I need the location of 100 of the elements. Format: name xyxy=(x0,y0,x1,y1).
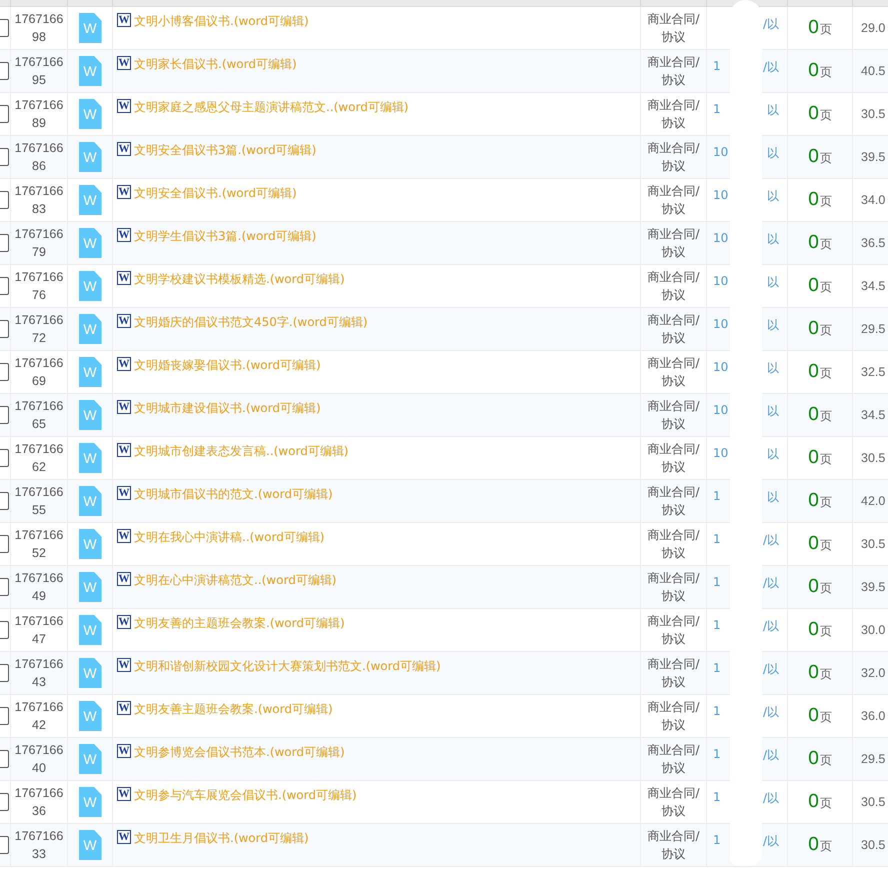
document-title-link[interactable]: 文明婚庆的倡议书范文450字.(word可编辑) xyxy=(134,314,368,330)
row-checkbox[interactable] xyxy=(0,406,9,424)
partial-text: /以 xyxy=(762,16,779,33)
partial-text: /以 xyxy=(762,59,779,76)
row-checkbox[interactable] xyxy=(0,707,9,725)
row-checkbox[interactable] xyxy=(0,320,9,338)
price-text: 30.5 xyxy=(860,838,886,852)
document-id: 176716695 xyxy=(14,54,64,89)
document-title-link[interactable]: 文明友善的主题班会教案.(word可编辑) xyxy=(134,615,345,631)
word-badge-icon: W xyxy=(117,701,131,715)
row-checkbox[interactable] xyxy=(0,191,9,209)
row-checkbox[interactable] xyxy=(0,578,9,596)
partial-text: 10 xyxy=(713,446,728,460)
document-title-link[interactable]: 文明家庭之感恩父母主题演讲稿范文..(word可编辑) xyxy=(134,99,408,115)
row-checkbox[interactable] xyxy=(0,750,9,768)
document-id: 176716669 xyxy=(14,355,64,390)
partial-text: 1 xyxy=(713,575,721,589)
row-checkbox[interactable] xyxy=(0,492,9,510)
partial-text: 10 xyxy=(713,145,728,159)
row-checkbox[interactable] xyxy=(0,105,9,123)
document-title-link[interactable]: 文明卫生月倡议书.(word可编辑) xyxy=(134,830,309,846)
row-checkbox[interactable] xyxy=(0,234,9,252)
word-badge-icon: W xyxy=(117,142,131,156)
row-checkbox[interactable] xyxy=(0,836,9,854)
document-file-icon: W xyxy=(78,658,102,688)
partial-text: 以 xyxy=(767,274,779,291)
partial-text: 以 xyxy=(767,403,779,420)
partial-text: 1 xyxy=(713,532,721,546)
page-count: 0页 xyxy=(808,447,832,469)
price-text: 30.0 xyxy=(860,623,886,637)
document-file-icon: W xyxy=(78,701,102,731)
row-checkbox[interactable] xyxy=(0,449,9,467)
row-checkbox[interactable] xyxy=(0,535,9,553)
document-title-link[interactable]: 文明家长倡议书.(word可编辑) xyxy=(134,56,297,72)
partial-text: 1 xyxy=(713,704,721,718)
word-badge-icon: W xyxy=(117,443,131,457)
row-checkbox[interactable] xyxy=(0,19,9,37)
document-id: 176716662 xyxy=(14,441,64,476)
document-id: 176716655 xyxy=(14,484,64,519)
document-title-link[interactable]: 文明城市建设倡议书.(word可编辑) xyxy=(134,400,321,416)
partial-text: /以 xyxy=(762,532,779,549)
document-title-link[interactable]: 文明小博客倡议书.(word可编辑) xyxy=(134,13,309,29)
price-text: 39.5 xyxy=(860,580,886,594)
partial-text: 10 xyxy=(713,231,728,245)
document-file-icon: W xyxy=(78,357,102,387)
partial-text: /以 xyxy=(762,618,779,635)
document-title-link[interactable]: 文明友善主题班会教案.(word可编辑) xyxy=(134,701,333,717)
document-title-link[interactable]: 文明城市倡议书的范文.(word可编辑) xyxy=(134,486,333,502)
document-title-link[interactable]: 文明学校建议书模板精选.(word可编辑) xyxy=(134,271,345,287)
partial-text: /以 xyxy=(762,575,779,592)
document-id: 176716652 xyxy=(14,527,64,562)
page-count: 0页 xyxy=(808,318,832,340)
document-id: 176716640 xyxy=(14,742,64,777)
partial-text: /以 xyxy=(762,661,779,678)
document-file-icon: W xyxy=(78,443,102,473)
category-text: 商业合同/协议 xyxy=(646,11,701,46)
page-count: 0页 xyxy=(808,103,832,125)
document-title-link[interactable]: 文明城市创建表态发言稿..(word可编辑) xyxy=(134,443,348,459)
document-id: 176716676 xyxy=(14,269,64,304)
document-title-link[interactable]: 文明学生倡议书3篇.(word可编辑) xyxy=(134,228,316,244)
category-text: 商业合同/协议 xyxy=(646,828,701,863)
row-checkbox[interactable] xyxy=(0,277,9,295)
partial-text: 10 xyxy=(713,360,728,374)
page-count: 0页 xyxy=(808,146,832,168)
document-title-link[interactable]: 文明和谐创新校园文化设计大赛策划书范文.(word可编辑) xyxy=(134,658,441,674)
document-title-link[interactable]: 文明婚丧嫁娶倡议书.(word可编辑) xyxy=(134,357,321,373)
document-title-link[interactable]: 文明在心中演讲稿范文..(word可编辑) xyxy=(134,572,336,588)
row-checkbox[interactable] xyxy=(0,664,9,682)
row-checkbox[interactable] xyxy=(0,793,9,811)
partial-text: 10 xyxy=(713,317,728,331)
category-text: 商业合同/协议 xyxy=(646,312,701,347)
category-text: 商业合同/协议 xyxy=(646,570,701,605)
word-badge-icon: W xyxy=(117,99,131,113)
partial-text: /以 xyxy=(762,747,779,764)
document-id: 176716683 xyxy=(14,183,64,218)
document-file-icon: W xyxy=(78,271,102,301)
row-checkbox[interactable] xyxy=(0,148,9,166)
document-file-icon: W xyxy=(78,56,102,86)
document-id: 176716649 xyxy=(14,570,64,605)
document-title-link[interactable]: 文明安全倡议书3篇.(word可编辑) xyxy=(134,142,316,158)
document-title-link[interactable]: 文明参博览会倡议书范本.(word可编辑) xyxy=(134,744,345,760)
page-count: 0页 xyxy=(808,361,832,383)
document-title-link[interactable]: 文明在我心中演讲稿..(word可编辑) xyxy=(134,529,324,545)
page-count: 0页 xyxy=(808,275,832,297)
document-title-link[interactable]: 文明参与汽车展览会倡议书.(word可编辑) xyxy=(134,787,357,803)
category-text: 商业合同/协议 xyxy=(646,484,701,519)
partial-text: 10 xyxy=(713,403,728,417)
word-badge-icon: W xyxy=(117,13,131,27)
price-text: 32.0 xyxy=(860,666,886,680)
document-id: 176716698 xyxy=(14,11,64,46)
partial-text: /以 xyxy=(762,790,779,807)
document-title-link[interactable]: 文明安全倡议书.(word可编辑) xyxy=(134,185,297,201)
row-checkbox[interactable] xyxy=(0,363,9,381)
row-checkbox[interactable] xyxy=(0,62,9,80)
row-checkbox[interactable] xyxy=(0,621,9,639)
partial-text: 以 xyxy=(767,489,779,506)
partial-text: 以 xyxy=(767,317,779,334)
category-text: 商业合同/协议 xyxy=(646,54,701,89)
word-badge-icon: W xyxy=(117,658,131,672)
page-count: 0页 xyxy=(808,17,832,39)
